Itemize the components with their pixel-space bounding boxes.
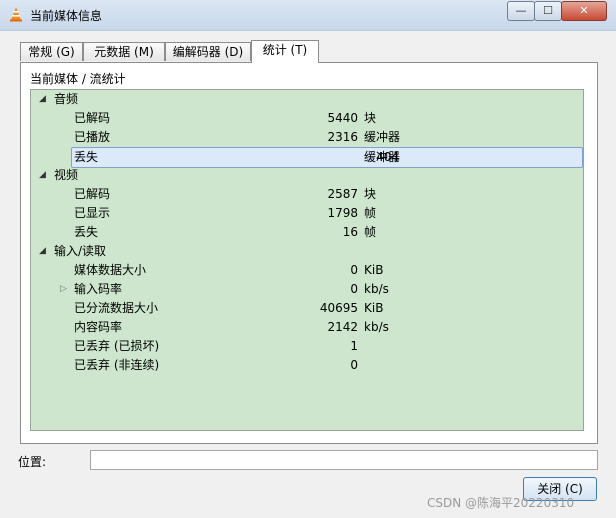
tree-row-audio-decoded[interactable]: 已解码 5440 块 <box>31 109 583 128</box>
row-unit: 块 <box>364 187 377 201</box>
row-label: 已丢弃 (非连续) <box>74 358 160 372</box>
location-field[interactable] <box>90 450 598 470</box>
row-value: 16 <box>342 225 358 239</box>
row-label: 已分流数据大小 <box>74 301 159 315</box>
tree-row-media-size[interactable]: 媒体数据大小 0 KiB <box>31 261 583 280</box>
row-value: 1 <box>350 339 358 353</box>
tree-row-input-bitrate[interactable]: ▷ 输入码率 0 kb/s <box>31 280 583 299</box>
tree-row-discarded-corrupted[interactable]: 已丢弃 (已损坏) 1 <box>31 337 583 356</box>
row-value: 2587 <box>327 187 358 201</box>
tree-category-audio[interactable]: ◢ 音频 <box>31 90 583 109</box>
row-unit: 帧 <box>364 225 377 239</box>
row-value: 0 <box>350 263 358 277</box>
tree-category-input[interactable]: ◢ 输入/读取 <box>31 242 583 261</box>
stats-tree[interactable]: ◢ 音频 已解码 5440 块 已播放 2316 缓冲器 丢失 404 缓冲器 … <box>30 89 584 431</box>
row-label: 已丢弃 (已损坏) <box>74 339 160 353</box>
vlc-cone-icon <box>10 7 22 22</box>
tree-category-video[interactable]: ◢ 视频 <box>31 166 583 185</box>
row-unit: kb/s <box>364 282 389 296</box>
maximize-icon: ☐ <box>543 4 553 17</box>
expand-arrow-icon[interactable]: ◢ <box>39 90 46 109</box>
row-label: 已显示 <box>74 206 111 220</box>
window-title: 当前媒体信息 <box>30 9 103 23</box>
minimize-icon: — <box>515 4 527 17</box>
tab-statistics[interactable]: 统计 (T) <box>251 40 319 63</box>
row-value: 0 <box>350 282 358 296</box>
tree-row-demuxed-size[interactable]: 已分流数据大小 40695 KiB <box>31 299 583 318</box>
tab-codec[interactable]: 编解码器 (D) <box>165 42 251 61</box>
maximize-button[interactable]: ☐ <box>534 1 562 21</box>
close-window-button[interactable]: ✕ <box>561 1 607 21</box>
row-label: 媒体数据大小 <box>74 263 147 277</box>
tab-general[interactable]: 常规 (G) <box>20 42 83 61</box>
close-icon: ✕ <box>579 4 589 17</box>
tree-row-audio-lost[interactable]: 丢失 404 缓冲器 <box>71 147 583 168</box>
expand-arrow-icon[interactable]: ◢ <box>39 166 46 185</box>
row-value: 5440 <box>327 111 358 125</box>
tree-row-video-decoded[interactable]: 已解码 2587 块 <box>31 185 583 204</box>
row-unit: kb/s <box>364 320 389 334</box>
row-value: 2316 <box>327 130 358 144</box>
row-label: 内容码率 <box>74 320 123 334</box>
row-label: 丢失 <box>74 150 99 164</box>
row-unit: 缓冲器 <box>364 150 401 164</box>
row-label: 已解码 <box>74 111 111 125</box>
row-unit: 缓冲器 <box>364 130 401 144</box>
category-label: 视频 <box>54 168 79 182</box>
row-unit: KiB <box>364 263 384 277</box>
tree-row-video-lost[interactable]: 丢失 16 帧 <box>31 223 583 242</box>
tree-row-content-bitrate[interactable]: 内容码率 2142 kb/s <box>31 318 583 337</box>
row-label: 已解码 <box>74 187 111 201</box>
row-value: 1798 <box>327 206 358 220</box>
row-value: 0 <box>350 358 358 372</box>
breadcrumb: 当前媒体 / 流统计 <box>30 72 126 86</box>
tree-row-audio-played[interactable]: 已播放 2316 缓冲器 <box>31 128 583 147</box>
row-label: 丢失 <box>74 225 99 239</box>
row-value: 40695 <box>319 301 358 315</box>
category-label: 音频 <box>54 92 79 106</box>
location-label: 位置: <box>18 455 47 469</box>
row-value: 2142 <box>327 320 358 334</box>
tab-metadata[interactable]: 元数据 (M) <box>83 42 165 61</box>
row-unit: KiB <box>364 301 384 315</box>
expand-arrow-icon[interactable]: ◢ <box>39 242 46 261</box>
title-bar: 当前媒体信息 — ☐ ✕ <box>0 0 616 31</box>
row-label: 已播放 <box>74 130 111 144</box>
minimize-button[interactable]: — <box>507 1 535 21</box>
tree-row-discarded-discontinuity[interactable]: 已丢弃 (非连续) 0 <box>31 356 583 375</box>
tree-row-video-displayed[interactable]: 已显示 1798 帧 <box>31 204 583 223</box>
category-label: 输入/读取 <box>54 244 107 258</box>
row-unit: 块 <box>364 111 377 125</box>
collapsed-arrow-icon[interactable]: ▷ <box>60 280 67 299</box>
row-unit: 帧 <box>364 206 377 220</box>
watermark: CSDN @陈海平20220310 <box>427 496 575 510</box>
row-label: 输入码率 <box>74 282 123 296</box>
